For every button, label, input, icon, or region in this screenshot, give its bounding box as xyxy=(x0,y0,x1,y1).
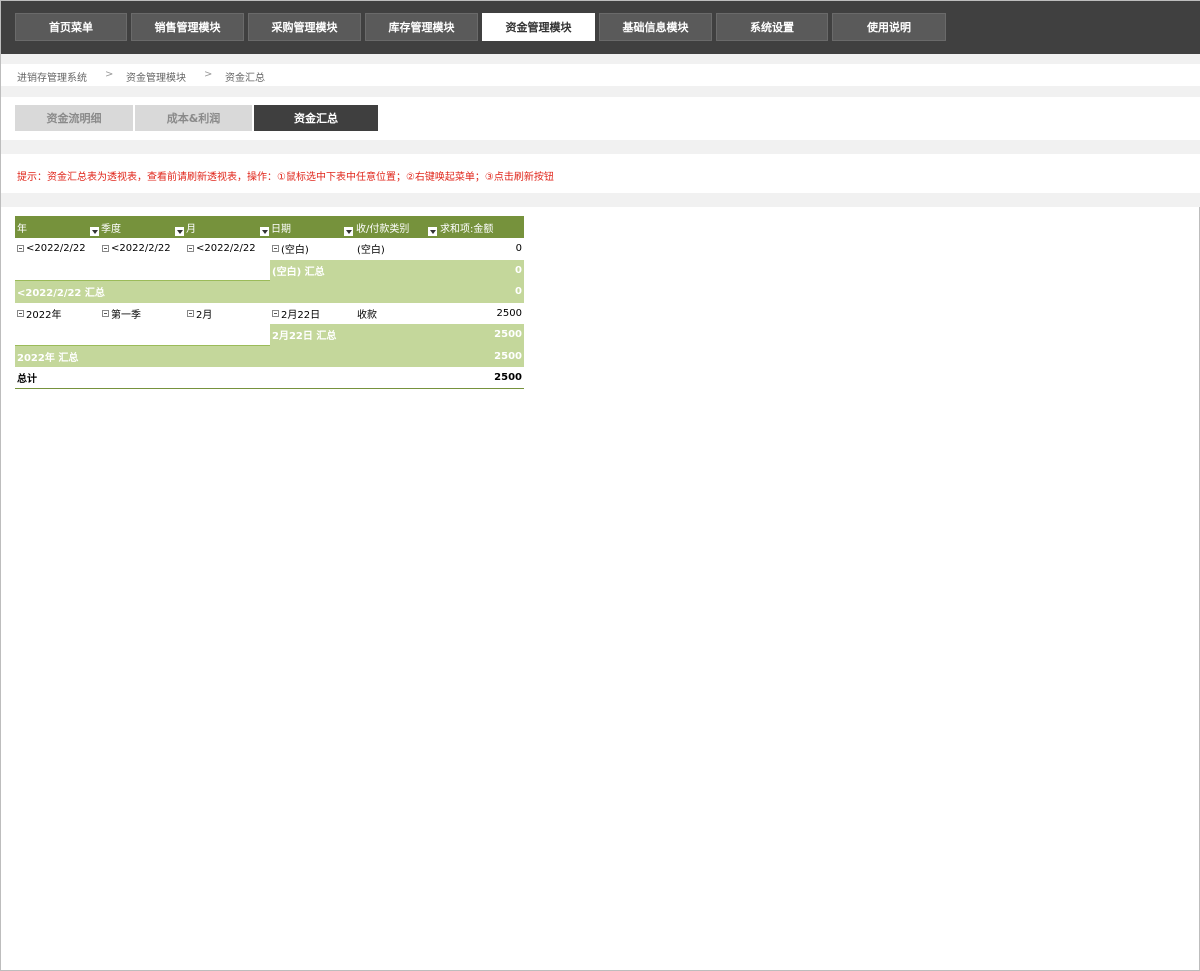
date-subtotal-amount[interactable]: 0 xyxy=(515,260,522,282)
header-amount: 求和项:金额 xyxy=(440,223,494,235)
tab-fund-summary[interactable]: 资金汇总 xyxy=(254,105,378,131)
separator-band xyxy=(1,140,1200,154)
date-subtotal-label[interactable]: 2月22日 汇总 xyxy=(272,324,336,346)
breadcrumb-item-module[interactable]: 资金管理模块 xyxy=(126,69,186,84)
breadcrumb-item-current: 资金汇总 xyxy=(225,73,265,84)
year-subtotal-label[interactable]: <2022/2/22 汇总 xyxy=(17,281,105,303)
cell-amount[interactable]: 0 xyxy=(516,238,522,260)
separator-band xyxy=(1,54,1200,64)
cell-year[interactable]: <2022/2/22 xyxy=(17,238,86,260)
cell-month[interactable]: 2月 xyxy=(187,303,212,325)
nav-home-menu[interactable]: 首页菜单 xyxy=(15,13,127,41)
separator-band xyxy=(1,86,1200,97)
nav-sales-module[interactable]: 销售管理模块 xyxy=(131,13,244,41)
header-quarter: 季度 xyxy=(101,223,121,235)
table-row[interactable]: 2022年 汇总 2500 xyxy=(15,345,524,368)
cell-amount[interactable]: 2500 xyxy=(497,303,522,325)
nav-instructions[interactable]: 使用说明 xyxy=(832,13,946,41)
refresh-hint-text: 提示：资金汇总表为透视表，查看前请刷新透视表，操作：①鼠标选中下表中任意位置；②… xyxy=(17,172,554,183)
cell-date[interactable]: 2月22日 xyxy=(272,303,320,325)
notice-area: 提示：资金汇总表为透视表，查看前请刷新透视表，操作：①鼠标选中下表中任意位置；②… xyxy=(1,154,1200,193)
category-filter-dropdown-icon[interactable] xyxy=(428,227,437,236)
year-subtotal-amount[interactable]: 0 xyxy=(515,281,522,303)
nav-inventory-module[interactable]: 库存管理模块 xyxy=(365,13,478,41)
separator-band xyxy=(1,193,1200,207)
year-filter-dropdown-icon[interactable] xyxy=(90,227,99,236)
table-row[interactable]: (空白) 汇总 0 xyxy=(15,259,524,282)
tab-cost-profit[interactable]: 成本&利润 xyxy=(135,105,252,131)
breadcrumb: 进销存管理系统 > 资金管理模块 > 资金汇总 xyxy=(1,64,1200,86)
grand-total-row[interactable]: 总计 2500 xyxy=(15,367,524,389)
table-row[interactable]: 2022年 第一季 2月 2月22日 收款 2500 xyxy=(15,303,524,325)
collapse-icon[interactable] xyxy=(187,309,194,317)
sub-tab-bar: 资金流明细 成本&利润 资金汇总 xyxy=(1,97,1200,140)
quarter-filter-dropdown-icon[interactable] xyxy=(175,227,184,236)
nav-purchase-module[interactable]: 采购管理模块 xyxy=(248,13,361,41)
cell-year[interactable]: 2022年 xyxy=(17,303,61,325)
collapse-icon[interactable] xyxy=(17,309,24,317)
row-rule xyxy=(15,324,270,346)
header-month: 月 xyxy=(186,223,196,235)
collapse-icon[interactable] xyxy=(272,309,279,317)
month-filter-dropdown-icon[interactable] xyxy=(260,227,269,236)
header-category: 收/付款类别 xyxy=(356,223,410,235)
year-subtotal-label[interactable]: 2022年 汇总 xyxy=(17,346,78,368)
breadcrumb-item-system[interactable]: 进销存管理系统 xyxy=(17,69,87,84)
grand-total-label[interactable]: 总计 xyxy=(17,367,37,388)
collapse-icon[interactable] xyxy=(272,245,279,253)
collapse-icon[interactable] xyxy=(17,245,24,253)
top-navigation-bar: 首页菜单 销售管理模块 采购管理模块 库存管理模块 资金管理模块 基础信息模块 … xyxy=(1,1,1200,54)
date-filter-dropdown-icon[interactable] xyxy=(344,227,353,236)
date-subtotal-label[interactable]: (空白) 汇总 xyxy=(272,260,325,282)
date-subtotal-amount[interactable]: 2500 xyxy=(494,324,522,346)
row-rule xyxy=(15,260,270,281)
table-row[interactable]: <2022/2/22 <2022/2/22 <2022/2/22 (空白) (空… xyxy=(15,238,524,260)
cell-category[interactable]: 收款 xyxy=(357,303,377,325)
collapse-icon[interactable] xyxy=(102,245,109,253)
pivot-table[interactable]: 年 季度 月 日期 收/付款类别 求和项:金额 <2022/2/22 <2022… xyxy=(15,216,524,389)
collapse-icon[interactable] xyxy=(187,245,194,253)
cell-quarter[interactable]: <2022/2/22 xyxy=(102,238,171,260)
collapse-icon[interactable] xyxy=(102,309,109,317)
header-date: 日期 xyxy=(271,223,291,235)
cell-quarter[interactable]: 第一季 xyxy=(102,303,141,325)
table-row[interactable]: 2月22日 汇总 2500 xyxy=(15,324,524,346)
nav-finance-module[interactable]: 资金管理模块 xyxy=(482,13,595,41)
breadcrumb-separator: > xyxy=(204,69,213,80)
cell-date[interactable]: (空白) xyxy=(272,238,309,260)
header-year: 年 xyxy=(17,223,27,235)
cell-category[interactable]: (空白) xyxy=(357,238,385,260)
nav-basic-info-module[interactable]: 基础信息模块 xyxy=(599,13,712,41)
tab-cash-flow-detail[interactable]: 资金流明细 xyxy=(15,105,133,131)
year-subtotal-amount[interactable]: 2500 xyxy=(494,346,522,368)
table-row[interactable]: <2022/2/22 汇总 0 xyxy=(15,281,524,303)
pivot-header-row: 年 季度 月 日期 收/付款类别 求和项:金额 xyxy=(15,216,524,238)
breadcrumb-separator: > xyxy=(105,69,114,80)
cell-month[interactable]: <2022/2/22 xyxy=(187,238,256,260)
nav-system-settings[interactable]: 系统设置 xyxy=(716,13,828,41)
grand-total-amount[interactable]: 2500 xyxy=(494,367,522,388)
